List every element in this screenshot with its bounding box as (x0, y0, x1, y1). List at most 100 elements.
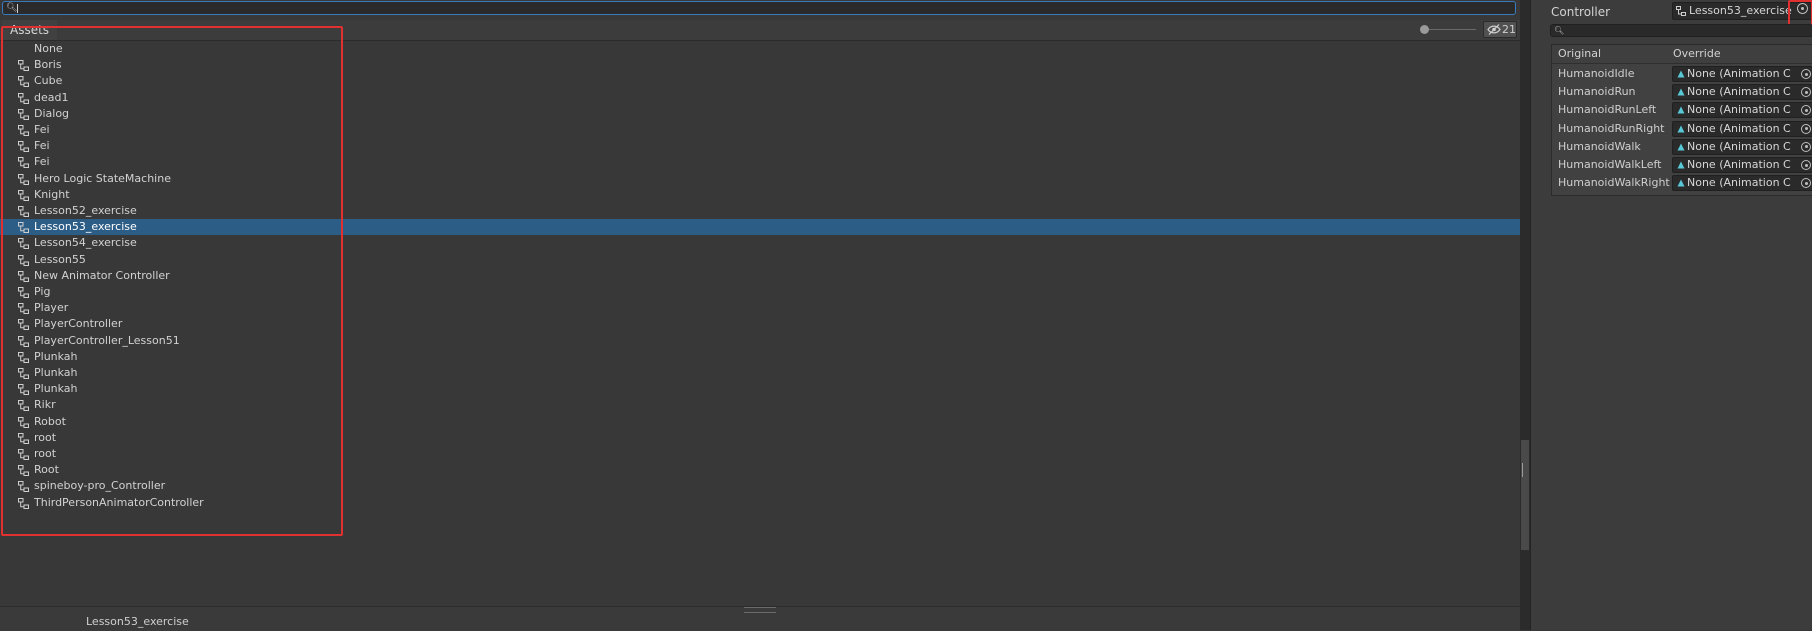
slider-handle[interactable] (1420, 25, 1429, 34)
animator-controller-icon (18, 238, 29, 250)
override-clip-field[interactable]: None (Animation C (1672, 175, 1812, 192)
animator-controller-icon (18, 287, 29, 298)
list-item-label: Fei (34, 123, 50, 136)
list-item[interactable]: Lesson52_exercise (0, 203, 1520, 219)
override-clip-field[interactable]: None (Animation C (1672, 66, 1812, 82)
list-item-label: Boris (34, 58, 62, 72)
list-item-label: Plunkah (34, 382, 78, 396)
list-item-label: root (34, 447, 57, 460)
list-item[interactable]: Dialog (0, 106, 1520, 122)
list-item[interactable]: Pig (0, 284, 1520, 300)
list-item[interactable]: Player (0, 300, 1520, 316)
animation-clip-icon (1677, 125, 1685, 133)
clip-override-row: HumanoidWalk None (Animation C (1552, 138, 1812, 156)
animator-controller-icon (18, 222, 29, 234)
list-item-label: Pig (34, 285, 51, 298)
list-item[interactable]: Fei (0, 122, 1520, 138)
list-item[interactable]: Fei (0, 154, 1520, 170)
icon-size-slider[interactable] (1420, 25, 1476, 35)
list-item-label: Lesson55 (34, 252, 86, 266)
original-clip-name: HumanoidWalkRight (1558, 176, 1670, 190)
clip-override-row: HumanoidRunLeft None (Animation C (1552, 101, 1812, 119)
list-item[interactable]: PlayerController (0, 316, 1520, 332)
list-item[interactable]: Fei (0, 138, 1520, 154)
picker-search-field[interactable]: 🔍︎ (2, 1, 1516, 15)
clip-override-row: HumanoidRun None (Animation C (1552, 83, 1812, 101)
list-item-label: Hero Logic StateMachine (34, 171, 171, 185)
column-override: Override (1673, 47, 1721, 60)
override-clip-field[interactable]: None (Animation C (1672, 102, 1812, 119)
object-picker-button[interactable] (1801, 105, 1811, 116)
list-item[interactable]: Lesson55 (0, 252, 1520, 268)
object-picker-button[interactable] (1801, 87, 1811, 98)
animator-controller-icon (18, 319, 29, 331)
object-picker-button[interactable] (1801, 141, 1811, 152)
list-item[interactable]: New Animator Controller (0, 268, 1520, 284)
list-item[interactable]: None (0, 41, 1520, 57)
list-item[interactable]: Root (0, 462, 1520, 478)
list-item[interactable]: Cube (0, 73, 1520, 89)
object-picker-button[interactable] (1801, 160, 1811, 170)
object-picker-button[interactable] (1797, 3, 1808, 14)
animator-controller-icon (18, 60, 29, 72)
scrollbar-marker (1522, 463, 1528, 477)
animator-controller-icon (18, 206, 29, 217)
list-item[interactable]: root (0, 430, 1520, 446)
list-item[interactable]: PlayerController_Lesson51 (0, 333, 1520, 349)
text-caret (17, 4, 18, 13)
list-item[interactable]: Lesson54_exercise (0, 235, 1520, 251)
list-item[interactable]: Rikr (0, 397, 1520, 413)
list-item[interactable]: root (0, 446, 1520, 462)
object-picker-button[interactable] (1801, 69, 1811, 79)
tab-assets[interactable]: Assets (2, 20, 58, 40)
resize-grip[interactable] (744, 607, 776, 613)
list-item[interactable]: dead1 (0, 90, 1520, 106)
animator-controller-icon (18, 76, 29, 88)
list-item-label: PlayerController_Lesson51 (34, 333, 180, 347)
list-item[interactable]: Plunkah (0, 381, 1520, 397)
animator-controller-icon (18, 108, 29, 120)
list-item-label: ThirdPersonAnimatorController (34, 495, 204, 509)
list-item[interactable]: ThirdPersonAnimatorController (0, 495, 1520, 511)
override-clip-field[interactable]: None (Animation C (1672, 138, 1812, 155)
list-item-label: Fei (34, 139, 50, 153)
clip-override-row: HumanoidIdle None (Animation C (1552, 65, 1812, 83)
list-item[interactable]: Knight (0, 187, 1520, 203)
list-item-label: Cube (34, 74, 63, 88)
list-item-label: Rikr (34, 398, 56, 412)
override-clip-field[interactable]: None (Animation C (1672, 84, 1812, 101)
override-clip-field[interactable]: None (Animation C (1672, 157, 1812, 173)
hidden-count: 21 (1502, 23, 1516, 36)
controller-object-field[interactable]: Lesson53_exercise (1672, 2, 1812, 20)
object-picker-button[interactable] (1801, 178, 1811, 189)
table-header: Original Override (1552, 45, 1812, 64)
object-picker-button[interactable] (1801, 123, 1811, 134)
animator-controller-icon (18, 125, 29, 136)
list-item-selected[interactable]: Lesson53_exercise (0, 219, 1520, 236)
animator-controller-icon (18, 351, 29, 363)
hidden-packages-toggle[interactable]: 21 (1483, 21, 1517, 38)
asset-list: None Boris Cube dead1 Dialog Fei Fei Fei Hero Lo… (0, 41, 1520, 606)
list-item-label: Lesson54_exercise (34, 236, 137, 250)
list-item[interactable]: Plunkah (0, 349, 1520, 365)
eye-slash-icon (1487, 24, 1501, 35)
list-item[interactable]: Hero Logic StateMachine (0, 171, 1520, 187)
animator-controller-icon (18, 270, 29, 282)
override-clip-value: None (Animation C (1687, 139, 1791, 153)
list-item-label: root (34, 430, 57, 444)
list-item[interactable]: Boris (0, 57, 1520, 73)
list-item[interactable]: Robot (0, 414, 1520, 430)
list-item-label: Player (34, 301, 69, 315)
list-item-label: None (34, 42, 63, 55)
picker-scrollbar[interactable] (1520, 0, 1530, 630)
list-item[interactable]: Plunkah (0, 365, 1520, 381)
scrollbar-thumb[interactable] (1521, 440, 1529, 550)
animator-controller-icon (18, 141, 29, 153)
original-clip-name: HumanoidRunLeft (1558, 103, 1657, 117)
animator-controller-icon (18, 400, 29, 412)
list-item-label: Lesson53_exercise (34, 220, 137, 234)
list-item[interactable]: spineboy-pro_Controller (0, 478, 1520, 494)
clips-search-field[interactable]: 🔍︎ (1550, 24, 1812, 37)
override-clip-field[interactable]: None (Animation C (1672, 120, 1812, 137)
animation-clip-icon (1677, 161, 1685, 169)
